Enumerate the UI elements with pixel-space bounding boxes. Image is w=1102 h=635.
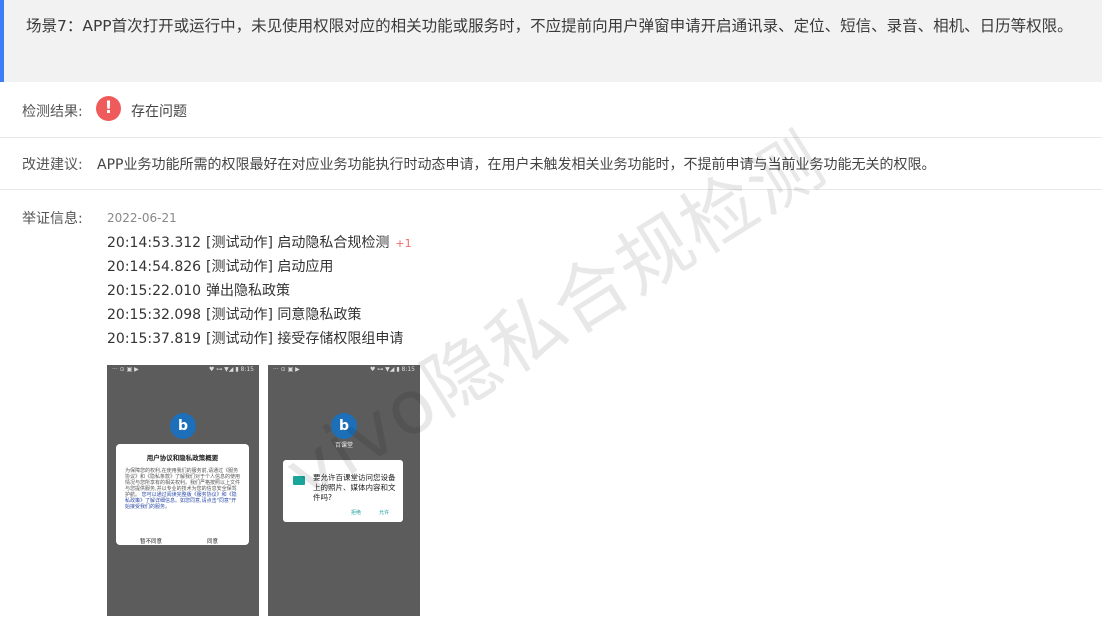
deny-button: 拒绝 <box>351 510 362 516</box>
result-label: 检测结果: <box>22 104 83 120</box>
log-action: [测试动作] 接受存储权限组申请 <box>206 331 404 347</box>
log-list: 20:14:53.312 [测试动作] 启动隐私合规检测 +1 20:14:54.8… <box>107 231 412 351</box>
status-right: ♥ ⊶ ▼◢ ▮ 8:15 <box>369 366 415 373</box>
status-bar: ··· ⊙ ▣ ▶ ♥ ⊶ ▼◢ ▮ 8:15 <box>107 365 259 375</box>
log-time: 20:15:37.819 <box>107 331 202 347</box>
folder-icon <box>293 476 305 485</box>
evidence-label: 举证信息: <box>22 211 83 227</box>
log-time: 20:15:22.010 <box>107 283 202 299</box>
scene-banner: 场景7：APP首次打开或运行中，未见使用权限对应的相关功能或服务时，不应提前向用… <box>0 0 1102 82</box>
permission-dialog: 要允许百课堂访问您设备上的照片、媒体内容和文件吗? 拒绝 允许 <box>283 460 403 522</box>
result-value: 存在问题 <box>131 104 187 120</box>
screenshot-privacy-dialog[interactable]: ··· ⊙ ▣ ▶ ♥ ⊶ ▼◢ ▮ 8:15 b 用户协议和隐私政策概要 为保… <box>107 365 259 616</box>
log-action: 弹出隐私政策 <box>206 283 290 299</box>
app-logo-icon: b <box>331 413 357 439</box>
log-entry: 20:15:37.819 [测试动作] 接受存储权限组申请 <box>107 327 412 351</box>
dialog-title: 用户协议和隐私政策概要 <box>146 454 219 462</box>
allow-button: 允许 <box>379 510 390 516</box>
log-entry: 20:15:32.098 [测试动作] 同意隐私政策 <box>107 303 412 327</box>
dialog-body: 为保障您的权利,在使用我们的服务前,请通过《服务协议》和《隐私条款》了解我们对于… <box>116 462 249 516</box>
log-time: 20:14:53.312 <box>107 235 202 251</box>
status-right: ♥ ⊶ ▼◢ ▮ 8:15 <box>208 366 254 373</box>
log-entry: 20:15:22.010 弹出隐私政策 <box>107 279 412 303</box>
log-entry: 20:14:53.312 [测试动作] 启动隐私合规检测 +1 <box>107 231 412 255</box>
status-left: ··· ⊙ ▣ ▶ <box>273 366 300 373</box>
log-action: [测试动作] 启动应用 <box>206 259 334 275</box>
privacy-dialog: 用户协议和隐私政策概要 为保障您的权利,在使用我们的服务前,请通过《服务协议》和… <box>116 444 249 545</box>
log-action: [测试动作] 同意隐私政策 <box>206 307 362 323</box>
log-badge[interactable]: +1 <box>395 237 411 250</box>
screenshot-permission-dialog[interactable]: ··· ⊙ ▣ ▶ ♥ ⊶ ▼◢ ▮ 8:15 b 百课堂 要允许百课堂访问您设… <box>268 365 420 616</box>
log-time: 20:14:54.826 <box>107 259 202 275</box>
app-logo-icon: b <box>170 413 196 439</box>
app-name: 百课堂 <box>334 442 353 449</box>
log-time: 20:15:32.098 <box>107 307 202 323</box>
disagree-button: 暂不同意 <box>140 539 163 545</box>
evidence-date: 2022-06-21 <box>107 211 177 225</box>
status-left: ··· ⊙ ▣ ▶ <box>112 366 139 373</box>
warning-icon: ! <box>96 96 121 121</box>
log-action: [测试动作] 启动隐私合规检测 <box>206 235 390 251</box>
scene-text: 场景7：APP首次打开或运行中，未见使用权限对应的相关功能或服务时，不应提前向用… <box>26 17 1073 35</box>
result-row: 检测结果: ! 存在问题 <box>0 82 1102 138</box>
log-entry: 20:14:54.826 [测试动作] 启动应用 <box>107 255 412 279</box>
advice-row: 改进建议: APP业务功能所需的权限最好在对应业务功能执行时动态申请，在用户未触… <box>0 138 1102 190</box>
advice-label: 改进建议: <box>22 157 83 173</box>
agree-button: 同意 <box>207 539 219 545</box>
advice-text: APP业务功能所需的权限最好在对应业务功能执行时动态申请，在用户未触发相关业务功… <box>97 157 936 173</box>
permission-text: 要允许百课堂访问您设备上的照片、媒体内容和文件吗? <box>313 473 396 502</box>
status-bar: ··· ⊙ ▣ ▶ ♥ ⊶ ▼◢ ▮ 8:15 <box>268 365 420 375</box>
dialog-link-text: 您可以通过阅读完整版《服务协议》和《隐私政策》了解详细信息。如您同意,请点击"同… <box>125 492 237 510</box>
